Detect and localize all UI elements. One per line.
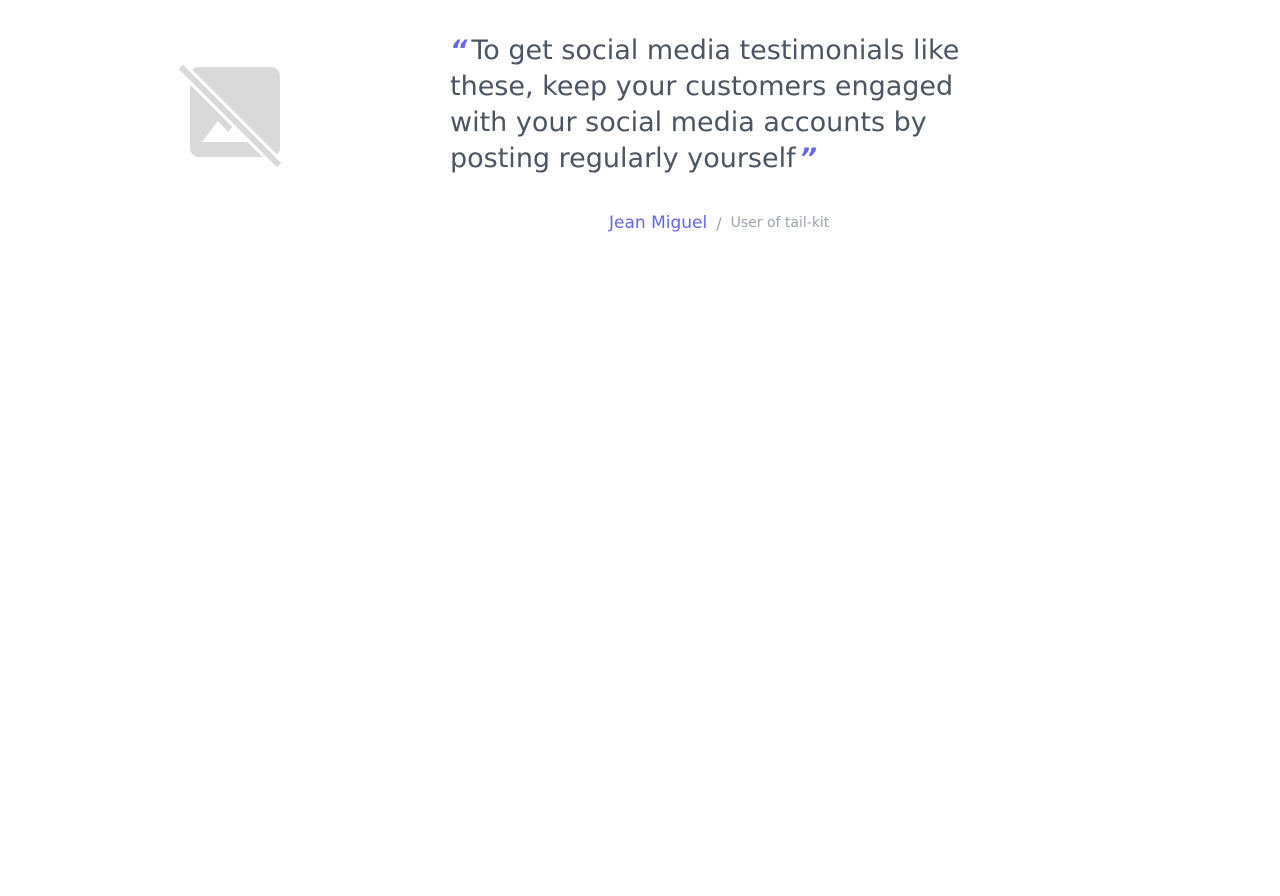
author-separator: /	[716, 213, 722, 233]
author-name: Jean Miguel	[609, 213, 708, 233]
quote-text: To get social media testimonials like th…	[450, 35, 960, 174]
close-quote-icon: ”	[799, 143, 818, 174]
testimonial-section: “To get social media testimonials like t…	[0, 0, 1280, 260]
author-role: User of tail-kit	[730, 215, 830, 231]
avatar	[178, 64, 284, 168]
testimonial-author: Jean Miguel / User of tail-kit	[609, 210, 829, 236]
testimonial-quote: “To get social media testimonials like t…	[450, 33, 970, 177]
broken-image-icon	[178, 64, 284, 168]
open-quote-icon: “	[450, 35, 468, 66]
